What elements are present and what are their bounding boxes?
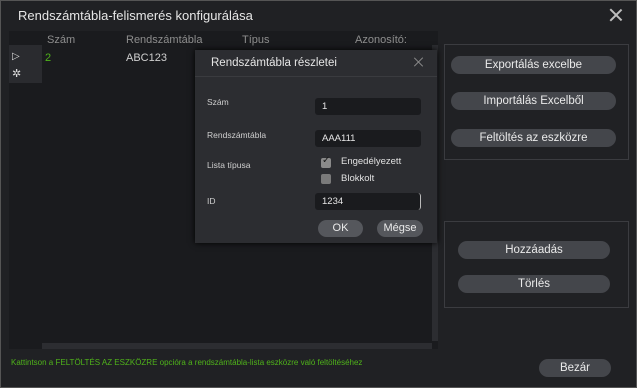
edit-actions-panel	[444, 221, 629, 308]
check-icon: ✓	[322, 155, 331, 166]
plate-details-dialog: Rendszámtábla részletei Szám 1 Rendszámt…	[195, 50, 437, 243]
upload-device-button[interactable]: Feltöltés az eszközre	[451, 129, 616, 147]
hint-text: Kattintson a FELTÖLTÉS AZ ESZKÖZRE opció…	[11, 358, 363, 367]
horizontal-scrollbar[interactable]	[42, 343, 432, 349]
ok-button[interactable]: OK	[318, 220, 363, 237]
new-row-icon: ✲	[12, 68, 22, 80]
config-window: Rendszámtábla-felismerés konfigurálása S…	[0, 0, 637, 388]
num-label: Szám	[207, 97, 229, 107]
blocked-checkbox[interactable]	[321, 174, 331, 184]
id-field[interactable]: 1234	[315, 193, 421, 210]
dialog-divider	[195, 76, 437, 77]
id-label: ID	[207, 196, 216, 206]
close-button[interactable]: Bezár	[539, 359, 611, 377]
export-excel-button[interactable]: Exportálás excelbe	[451, 56, 616, 74]
col-header-plate[interactable]: Rendszámtábla	[126, 34, 202, 46]
allowed-label: Engedélyezett	[341, 156, 402, 167]
dialog-close-icon[interactable]	[413, 56, 425, 68]
close-icon[interactable]	[608, 7, 624, 23]
row-header: ▷ ✲	[9, 45, 42, 83]
num-field[interactable]: 1	[315, 98, 421, 115]
row-arrow-icon: ▷	[12, 51, 20, 62]
delete-button[interactable]: Törlés	[458, 275, 610, 293]
dialog-title: Rendszámtábla részletei	[211, 57, 337, 69]
list-type-label: Lista típusa	[207, 160, 251, 170]
col-header-type[interactable]: Típus	[242, 34, 270, 46]
add-button[interactable]: Hozzáadás	[458, 241, 610, 259]
col-header-num[interactable]: Szám	[47, 34, 75, 46]
allowed-checkbox[interactable]: ✓	[321, 155, 331, 168]
plate-field[interactable]: AAA111	[315, 130, 421, 147]
blocked-label: Blokkolt	[341, 173, 375, 184]
col-header-id[interactable]: Azonosító:	[355, 34, 407, 46]
table-cell-num[interactable]: 2	[45, 52, 51, 64]
import-excel-button[interactable]: Importálás Excelből	[451, 92, 616, 110]
window-title: Rendszámtábla-felismerés konfigurálása	[18, 8, 253, 23]
cancel-button[interactable]: Mégse	[377, 220, 423, 237]
plate-label: Rendszámtábla	[207, 130, 267, 140]
title-bar: Rendszámtábla-felismerés konfigurálása	[1, 1, 636, 31]
table-cell-plate[interactable]: ABC123	[126, 52, 167, 64]
